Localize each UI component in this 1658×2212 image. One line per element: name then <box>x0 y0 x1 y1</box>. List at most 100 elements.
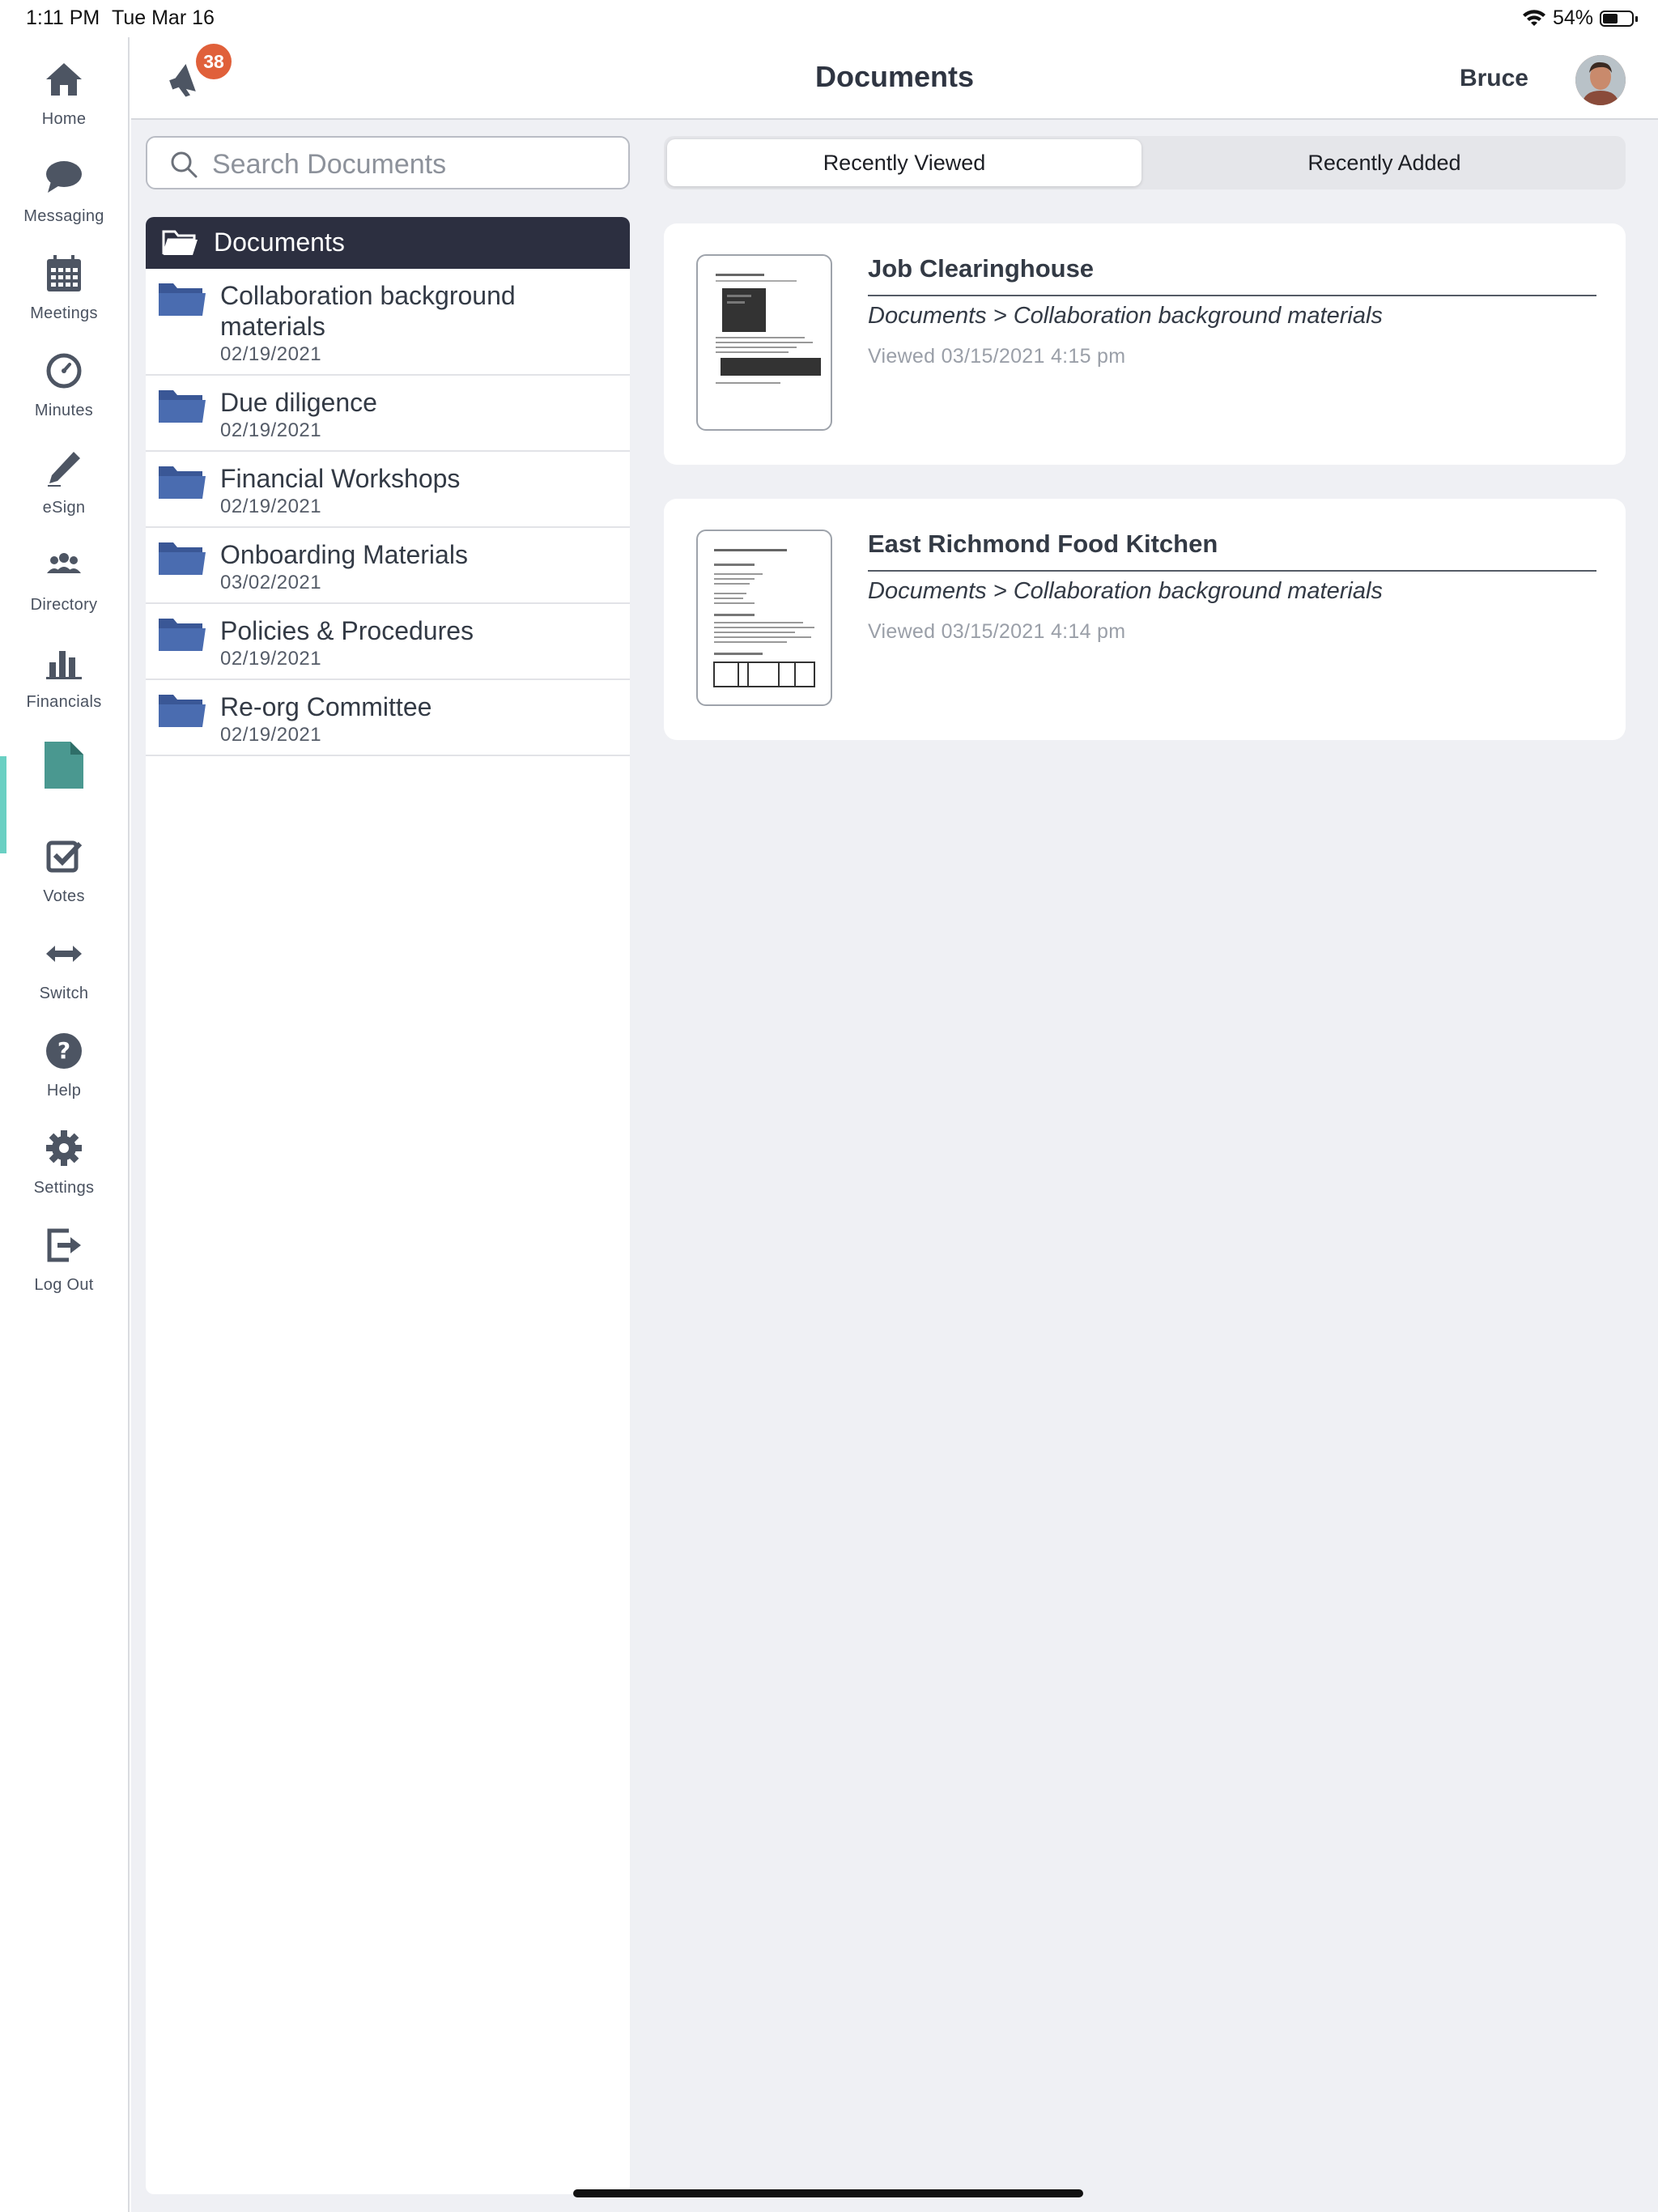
document-viewed-time: Viewed 03/15/2021 4:15 pm <box>868 345 1126 368</box>
search-input[interactable] <box>210 144 619 185</box>
folder-tree: Documents Collaboration background mater… <box>146 217 630 2194</box>
sidebar-item-label: Log Out <box>34 1276 94 1294</box>
folder-row[interactable]: Due diligence 02/19/2021 <box>146 376 630 452</box>
sidebar-item-home[interactable]: Home <box>0 60 128 149</box>
sidebar-item-votes[interactable]: Votes <box>0 837 128 926</box>
view-tabs: Recently Viewed Recently Added <box>664 136 1626 189</box>
folder-date: 02/19/2021 <box>220 724 322 746</box>
home-icon <box>46 63 82 96</box>
sidebar-item-documents[interactable] <box>0 740 128 829</box>
pen-icon <box>48 452 80 487</box>
sidebar-item-meetings[interactable]: Meetings <box>0 254 128 343</box>
folder-icon <box>159 695 206 727</box>
sidebar-item-logout[interactable]: Log Out <box>0 1226 128 1315</box>
sidebar-item-label: Meetings <box>30 304 98 322</box>
sidebar-item-label: Settings <box>33 1179 95 1197</box>
wifi-icon <box>1522 9 1545 26</box>
folder-row[interactable]: Policies & Procedures 02/19/2021 <box>146 604 630 680</box>
sidebar-item-label: Messaging <box>23 207 104 225</box>
home-indicator[interactable] <box>573 2189 1083 2197</box>
sidebar-item-label: Directory <box>30 596 98 614</box>
logout-icon <box>47 1228 81 1262</box>
sidebar-item-directory[interactable]: Directory <box>0 546 128 635</box>
status-time: 1:11 PM <box>26 6 100 29</box>
sidebar-item-label: Home <box>41 110 87 128</box>
folder-row[interactable]: Financial Workshops 02/19/2021 <box>146 452 630 528</box>
sidebar-item-help[interactable]: ? Help <box>0 1032 128 1121</box>
folder-row[interactable]: Onboarding Materials 03/02/2021 <box>146 528 630 604</box>
folder-icon <box>159 390 206 423</box>
document-preview-image <box>713 549 815 687</box>
battery-level <box>1603 13 1618 23</box>
sidebar-item-label: eSign <box>42 499 86 517</box>
document-viewed-time: Viewed 03/15/2021 4:14 pm <box>868 620 1126 643</box>
document-preview-image <box>716 274 821 384</box>
folder-row[interactable]: Re-org Committee 02/19/2021 <box>146 680 630 756</box>
sidebar: Home Messaging Meetings Minutes eSign Di… <box>0 37 130 2212</box>
folder-icon <box>159 542 206 575</box>
folder-name: Due diligence <box>220 388 377 417</box>
sidebar-item-label: Minutes <box>34 402 94 419</box>
sidebar-item-switch[interactable]: Switch <box>0 934 128 1023</box>
avatar[interactable] <box>1575 55 1626 105</box>
folder-open-icon <box>162 230 198 255</box>
folder-name: Financial Workshops <box>220 464 461 493</box>
folder-name: Re-org Committee <box>220 692 432 721</box>
search-icon <box>171 151 198 178</box>
status-date: Tue Mar 16 <box>112 6 215 29</box>
battery-icon <box>1600 10 1638 27</box>
status-bar: 1:11 PM Tue Mar 16 54% <box>0 0 1658 37</box>
document-path: Documents > Collaboration background mat… <box>868 303 1383 329</box>
folder-icon <box>159 466 206 499</box>
sidebar-item-label: Financials <box>26 693 102 711</box>
sidebar-item-label: Votes <box>43 887 85 905</box>
folder-icon <box>159 619 206 651</box>
avatar-image <box>1575 55 1626 105</box>
chat-bubble-icon <box>46 161 82 193</box>
top-header: 38 Documents Bruce <box>131 37 1658 120</box>
people-icon <box>47 553 81 573</box>
tab-recently-viewed[interactable]: Recently Viewed <box>667 139 1141 186</box>
recent-document-card[interactable]: East Richmond Food Kitchen Documents > C… <box>664 499 1626 740</box>
sidebar-item-minutes[interactable]: Minutes <box>0 351 128 440</box>
notification-badge: 38 <box>196 44 232 79</box>
checkbox-icon <box>46 840 83 873</box>
document-thumbnail <box>696 254 832 431</box>
folder-name: Onboarding Materials <box>220 540 468 569</box>
sidebar-item-financials[interactable]: Financials <box>0 643 128 732</box>
question-icon: ? <box>46 1033 82 1069</box>
tree-root[interactable]: Documents <box>146 217 630 269</box>
sidebar-item-settings[interactable]: Settings <box>0 1129 128 1218</box>
sidebar-item-label: Help <box>46 1082 82 1100</box>
folder-row[interactable]: Collaboration background materials 02/19… <box>146 269 630 376</box>
calendar-icon <box>47 255 81 291</box>
svg-text:?: ? <box>57 1037 70 1064</box>
battery-percent: 54% <box>1552 6 1593 29</box>
sidebar-item-messaging[interactable]: Messaging <box>0 157 128 246</box>
status-right: 54% <box>1522 6 1638 30</box>
tree-root-label: Documents <box>214 228 345 257</box>
folder-date: 02/19/2021 <box>220 496 322 517</box>
folder-date: 02/19/2021 <box>220 343 322 365</box>
clock-icon <box>46 353 82 389</box>
user-name[interactable]: Bruce <box>1460 65 1528 92</box>
document-icon <box>45 742 83 789</box>
page-title: Documents <box>814 60 975 93</box>
tab-recently-added[interactable]: Recently Added <box>1146 139 1622 186</box>
sidebar-item-label: Switch <box>39 985 89 1002</box>
gear-icon <box>46 1130 82 1166</box>
search-bar[interactable] <box>146 136 630 189</box>
folder-name: Policies & Procedures <box>220 616 474 645</box>
document-path: Documents > Collaboration background mat… <box>868 578 1383 604</box>
folder-date: 02/19/2021 <box>220 419 322 441</box>
folder-icon <box>159 283 206 316</box>
document-title: East Richmond Food Kitchen <box>868 530 1596 572</box>
document-thumbnail <box>696 530 832 706</box>
recent-document-card[interactable]: Job Clearinghouse Documents > Collaborat… <box>664 223 1626 465</box>
folder-date: 02/19/2021 <box>220 648 322 670</box>
document-title: Job Clearinghouse <box>868 254 1596 296</box>
sidebar-item-esign[interactable]: eSign <box>0 449 128 538</box>
bar-chart-icon <box>46 651 82 679</box>
content-area: Documents Collaboration background mater… <box>131 120 1658 2212</box>
folder-name: Collaboration background materials <box>220 281 516 341</box>
